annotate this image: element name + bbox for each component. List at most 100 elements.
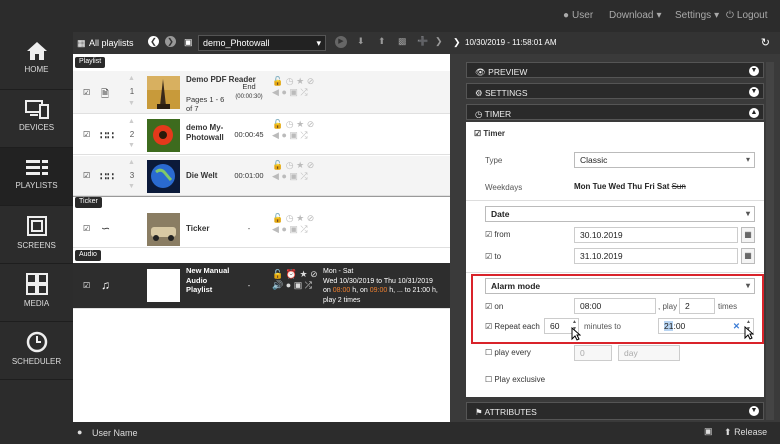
from-date-input[interactable]: 30.10.2019: [574, 227, 738, 243]
shuffle-icon[interactable]: ⤮: [300, 224, 307, 234]
weekday-thu[interactable]: Thu: [628, 182, 643, 191]
shuffle-icon[interactable]: ⤮: [300, 171, 307, 181]
checkbox[interactable]: ☑: [83, 131, 91, 139]
list-item[interactable]: ☑ ∽ Ticker - 🔓 ◷ ★ ⊘ ◀ ● ▣ ⤮: [73, 210, 450, 248]
accordion-timer[interactable]: ◷ TIMER ▲: [466, 104, 764, 120]
logout-button[interactable]: ⏻ Logout: [726, 10, 768, 21]
download-icon[interactable]: ⬇: [357, 36, 365, 47]
play-icon[interactable]: ▶: [335, 36, 347, 48]
info-icon[interactable]: ●: [281, 171, 286, 181]
nav-scheduler[interactable]: SCHEDULER: [0, 322, 73, 380]
info-icon[interactable]: ●: [281, 87, 286, 97]
volume-icon[interactable]: ◀: [272, 224, 279, 234]
info-icon[interactable]: ●: [281, 130, 286, 140]
copy-icon[interactable]: ▣: [294, 280, 303, 290]
clock-icon[interactable]: ◷: [286, 119, 294, 129]
settings-menu[interactable]: Settings ▾: [675, 10, 719, 21]
play-exclusive-checkbox[interactable]: ☐ Play exclusive: [485, 375, 545, 384]
shuffle-icon[interactable]: ⤮: [300, 130, 307, 140]
ban-icon[interactable]: ⊘: [310, 269, 318, 279]
play-every-input[interactable]: 0: [574, 345, 612, 361]
info-icon[interactable]: ●: [281, 224, 286, 234]
sort-down-icon[interactable]: ▼: [128, 100, 135, 107]
on-time-input[interactable]: 08:00: [574, 298, 656, 314]
play-count-input[interactable]: 2: [679, 298, 715, 314]
item-controls[interactable]: 🔓 ◷ ★ ⊘ ◀ ● ▣ ⤮: [272, 76, 320, 98]
alarm-mode-select[interactable]: Alarm mode ▾: [485, 278, 755, 294]
list-item[interactable]: ☑ 🗎 ▲ 1 ▼ Demo PDF Reader Pages 1 - 6 of…: [73, 71, 450, 114]
repeat-checkbox[interactable]: ☑ Repeat each: [485, 322, 540, 331]
volume-icon[interactable]: ◀: [272, 130, 279, 140]
sort-down-icon[interactable]: ▼: [128, 183, 135, 190]
back-arrow-icon[interactable]: ❮: [148, 36, 159, 47]
list-item[interactable]: ☑ ∷∷ ▲ 3 ▼ Die Welt 00:01:00 🔓 ◷ ★ ⊘ ◀ ● …: [73, 156, 450, 196]
ban-icon[interactable]: ⊘: [307, 119, 315, 129]
star-icon[interactable]: ★: [296, 213, 304, 223]
repeat-end-time-input[interactable]: 21:00 ✕ ▲ ▼: [658, 318, 754, 334]
scrollbar[interactable]: [766, 62, 774, 420]
chevron-right-icon[interactable]: ❯: [435, 36, 443, 47]
play-every-checkbox[interactable]: ☐ play every: [485, 348, 531, 357]
type-select[interactable]: Classic ▾: [574, 152, 755, 168]
lock-icon[interactable]: 🔓: [272, 213, 283, 223]
checkbox[interactable]: ☑: [83, 282, 91, 290]
clock-icon[interactable]: ◷: [286, 160, 294, 170]
copy-icon[interactable]: ▣: [289, 130, 298, 140]
info-icon[interactable]: ●: [286, 280, 291, 290]
accordion-attributes[interactable]: ⚑ ATTRIBUTES ▼: [466, 402, 764, 420]
star-icon[interactable]: ★: [296, 119, 304, 129]
shuffle-icon[interactable]: ⤮: [300, 87, 307, 97]
weekday-fri[interactable]: Fri: [644, 182, 654, 191]
weekday-mon[interactable]: Mon: [574, 182, 590, 191]
ban-icon[interactable]: ⊘: [307, 160, 315, 170]
lock-icon[interactable]: 🔓: [272, 160, 283, 170]
to-checkbox[interactable]: ☑ to: [485, 252, 501, 261]
copy-icon[interactable]: ▣: [289, 87, 298, 97]
weekday-sat[interactable]: Sat: [657, 182, 669, 191]
clock-icon[interactable]: ◷: [286, 76, 294, 86]
lock-icon[interactable]: 🔓: [272, 269, 283, 279]
list-item[interactable]: ☑ ♫ New Manual Audio Playlist - 🔓 ⏰ ★ ⊘ 🔊…: [73, 263, 450, 309]
user-menu[interactable]: ● User: [563, 10, 593, 21]
upload-icon[interactable]: ⬆: [378, 36, 386, 47]
to-date-input[interactable]: 31.10.2019: [574, 248, 738, 264]
weekday-wed[interactable]: Wed: [609, 182, 626, 191]
add-icon[interactable]: ➕: [417, 36, 428, 47]
nav-home[interactable]: HOME: [0, 32, 73, 90]
star-icon[interactable]: ★: [299, 269, 307, 279]
checkbox[interactable]: ☑: [83, 225, 91, 233]
volume-icon[interactable]: ◀: [272, 171, 279, 181]
timer-checkbox[interactable]: ☑ Timer: [474, 129, 505, 138]
ban-icon[interactable]: ⊘: [307, 76, 315, 86]
sort-up-icon[interactable]: ▲: [128, 159, 135, 166]
sort-up-icon[interactable]: ▲: [128, 118, 135, 125]
list-item[interactable]: ☑ ∷∷ ▲ 2 ▼ demo My-Photowall 00:00:45 🔓 …: [73, 115, 450, 155]
item-controls[interactable]: 🔓 ◷ ★ ⊘ ◀ ● ▣ ⤮: [272, 213, 320, 235]
lock-icon[interactable]: 🔓: [272, 119, 283, 129]
item-controls[interactable]: 🔓 ◷ ★ ⊘ ◀ ● ▣ ⤮: [272, 119, 320, 141]
checkbox[interactable]: ☑: [83, 89, 91, 97]
accordion-settings[interactable]: ⚙ SETTINGS ▼: [466, 83, 764, 99]
release-button[interactable]: ⬆ Release: [724, 427, 767, 438]
checkbox[interactable]: ☑: [83, 172, 91, 180]
date-mode-select[interactable]: Date ▾: [485, 206, 755, 222]
sort-down-icon[interactable]: ▼: [128, 142, 135, 149]
weekday-sun[interactable]: Sun: [672, 182, 686, 191]
weekday-tue[interactable]: Tue: [593, 182, 607, 191]
alarm-icon[interactable]: ⏰: [286, 269, 297, 279]
trash-icon[interactable]: ▩: [398, 36, 407, 47]
download-menu[interactable]: Download ▾: [609, 10, 662, 21]
nav-devices[interactable]: DEVICES: [0, 90, 73, 148]
lock-icon[interactable]: 🔓: [272, 76, 283, 86]
from-checkbox[interactable]: ☑ from: [485, 230, 510, 239]
item-controls[interactable]: 🔓 ◷ ★ ⊘ ◀ ● ▣ ⤮: [272, 160, 320, 182]
star-icon[interactable]: ★: [296, 76, 304, 86]
clear-icon[interactable]: ✕: [733, 321, 740, 332]
nav-media[interactable]: MEDIA: [0, 264, 73, 322]
shuffle-icon[interactable]: ⤮: [305, 280, 312, 290]
calendar-icon[interactable]: ▦: [741, 248, 755, 264]
play-every-unit-input[interactable]: day: [618, 345, 680, 361]
volume-icon[interactable]: 🔊: [272, 280, 283, 290]
playlist-select[interactable]: demo_Photowall ▾: [198, 35, 326, 51]
copy-icon[interactable]: ▣: [289, 224, 298, 234]
